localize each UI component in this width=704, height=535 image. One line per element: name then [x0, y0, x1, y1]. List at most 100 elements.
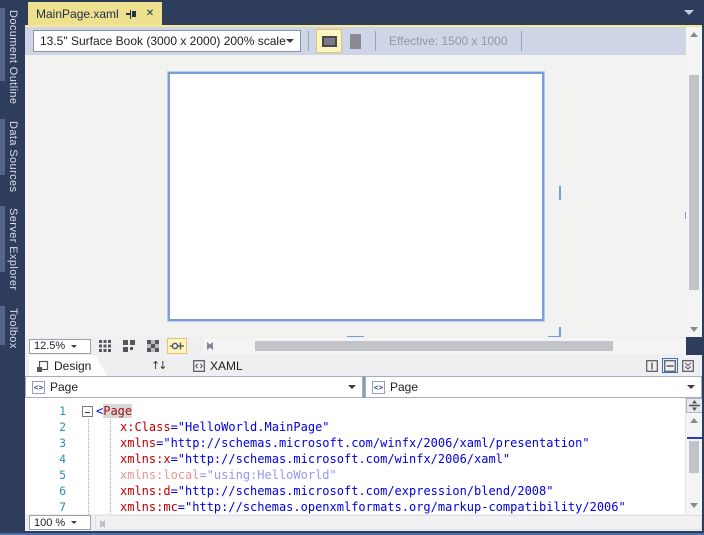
xaml-view-icon	[193, 360, 205, 372]
design-horizontal-scrollbar[interactable]	[203, 338, 686, 354]
scroll-right-icon[interactable]	[100, 520, 105, 528]
designer-zoom-bar: 12.5%	[25, 337, 686, 355]
code-text: xmlns="http://schemas.microsoft.com/winf…	[120, 435, 590, 451]
sidebar-item-server-explorer[interactable]: Server Explorer	[0, 206, 25, 300]
selection-tick-corner	[548, 327, 561, 337]
snap-to-snaplines-button[interactable]	[167, 338, 187, 354]
code-text: xmlns:local="using:HelloWorld"	[120, 467, 337, 483]
effective-resolution-label: Effective: 1500 x 1000	[389, 34, 508, 48]
close-icon[interactable]: ✕	[146, 8, 154, 20]
device-preview-select[interactable]: 13.5" Surface Book (3000 x 2000) 200% sc…	[33, 30, 301, 52]
code-text: xmlns:x="http://schemas.microsoft.com/wi…	[120, 451, 510, 467]
swap-arrows-icon: ↑↓	[151, 359, 165, 372]
tab-design-view[interactable]: Design	[29, 355, 107, 376]
design-element-value: Page	[50, 380, 343, 394]
caret-position-marker	[687, 437, 702, 439]
code-text: xmlns:mc="http://schemas.openxmlformats.…	[120, 499, 626, 514]
sidebar-item-data-sources[interactable]: Data Sources	[0, 119, 25, 199]
line-number: 7	[25, 499, 66, 514]
toolbar-separator	[308, 31, 309, 51]
visual-studio-window: Document Outline Data Sources Server Explo…	[0, 0, 704, 535]
design-element-dropdown[interactable]: <> Page	[25, 376, 363, 398]
scroll-down-icon[interactable]	[690, 327, 698, 332]
window-bottom-frame	[0, 531, 704, 535]
scrollbar-thumb[interactable]	[689, 75, 699, 290]
sidebar-tab-accent	[0, 306, 5, 345]
code-line[interactable]: 2x:Class="HelloWorld.MainPage"	[25, 419, 685, 435]
element-navigator-row: <> Page <> Page	[25, 376, 702, 398]
swap-panes-button[interactable]: ↑↓	[141, 355, 175, 376]
code-line[interactable]: 6xmlns:d="http://schemas.microsoft.com/e…	[25, 483, 685, 499]
tab-list-dropdown-icon[interactable]	[684, 10, 694, 15]
code-text: <Page	[96, 403, 132, 419]
landscape-icon	[322, 36, 337, 47]
indent-guide	[110, 419, 111, 514]
vertical-split-button[interactable]	[644, 358, 660, 373]
horizontal-split-icon	[664, 360, 676, 372]
sidebar-tab-accent	[0, 206, 5, 272]
xaml-code-editor[interactable]: 1<Page2x:Class="HelloWorld.MainPage"3 xml…	[25, 398, 702, 514]
xml-element-icon: <>	[32, 381, 45, 394]
horizontal-split-button[interactable]	[662, 358, 678, 373]
scroll-down-icon[interactable]	[690, 503, 698, 508]
sidebar-item-label: Toolbox	[7, 308, 19, 349]
grid-icon	[99, 340, 111, 352]
code-line[interactable]: 5xmlns:local="using:HelloWorld"	[25, 467, 685, 483]
code-lines: 1<Page2x:Class="HelloWorld.MainPage"3 xml…	[25, 403, 685, 514]
toolbar-separator	[521, 31, 522, 51]
xaml-element-value: Page	[390, 380, 682, 394]
xml-element-icon: <>	[372, 381, 385, 394]
code-line[interactable]: 1<Page	[25, 403, 685, 419]
snap-grid-icon	[123, 340, 135, 352]
document-tabstrip: MainPage.xaml ✕	[25, 0, 704, 25]
xaml-element-dropdown[interactable]: <> Page	[365, 376, 702, 398]
split-grip-icon	[688, 400, 701, 411]
sidebar-tab-accent	[0, 8, 5, 81]
view-split-bar: Design ↑↓ XAML	[25, 355, 702, 376]
code-line[interactable]: 7 xmlns:mc="http://schemas.openxmlformats…	[25, 499, 685, 514]
design-view-icon	[37, 360, 49, 372]
editor-horizontal-scrollbar[interactable]	[95, 515, 702, 530]
xaml-page-artboard[interactable]	[168, 72, 544, 321]
double-chevron-down-icon	[682, 360, 694, 372]
portrait-orientation-button[interactable]	[342, 29, 368, 53]
line-number: 4	[25, 451, 66, 467]
fold-collapse-icon[interactable]	[82, 406, 93, 417]
sidebar-tab-accent	[0, 119, 5, 175]
editor-split-handle[interactable]	[686, 398, 702, 413]
editor-zoom-select[interactable]: 100 %	[29, 515, 91, 530]
sidebar-item-document-outline[interactable]: Document Outline	[0, 8, 25, 112]
fold-scope-guide	[88, 419, 89, 514]
scrollbar-thumb[interactable]	[689, 441, 699, 473]
collapse-pane-button[interactable]	[680, 358, 696, 373]
chevron-down-icon	[687, 385, 695, 389]
sidebar-item-label: Document Outline	[7, 10, 19, 104]
designer-toolbar: 13.5" Surface Book (3000 x 2000) 200% sc…	[25, 27, 686, 55]
checkerboard-icon	[147, 340, 159, 352]
chevron-down-icon	[286, 39, 294, 43]
design-zoom-select[interactable]: 12.5%	[29, 339, 91, 354]
scrollbar-thumb[interactable]	[255, 341, 613, 351]
code-line[interactable]: 3 xmlns="http://schemas.microsoft.com/win…	[25, 435, 685, 451]
pin-icon[interactable]	[126, 8, 139, 20]
scroll-right-icon[interactable]	[207, 342, 212, 350]
show-grid-button[interactable]	[95, 338, 115, 354]
snap-to-grid-button[interactable]	[119, 338, 139, 354]
code-line[interactable]: 4 xmlns:x="http://schemas.microsoft.com/w…	[25, 451, 685, 467]
snaplines-icon	[170, 340, 184, 352]
vertical-split-icon	[646, 360, 658, 372]
document-tab-mainpage[interactable]: MainPage.xaml ✕	[28, 2, 162, 25]
design-vertical-scrollbar[interactable]	[686, 27, 702, 337]
sidebar-item-toolbox[interactable]: Toolbox	[0, 306, 25, 362]
scroll-up-icon[interactable]	[690, 32, 698, 37]
device-preview-value: 13.5" Surface Book (3000 x 2000) 200% sc…	[40, 34, 286, 48]
landscape-orientation-button[interactable]	[316, 29, 342, 53]
line-number: 3	[25, 435, 66, 451]
chevron-down-icon	[348, 385, 356, 389]
editor-vertical-scrollbar[interactable]	[685, 398, 702, 514]
design-surface[interactable]	[25, 55, 686, 337]
toggle-artboard-background-button[interactable]	[143, 338, 163, 354]
tab-xaml-view[interactable]: XAML	[183, 355, 253, 376]
code-text: xmlns:d="http://schemas.microsoft.com/ex…	[120, 483, 553, 499]
scroll-up-icon[interactable]	[690, 418, 698, 423]
